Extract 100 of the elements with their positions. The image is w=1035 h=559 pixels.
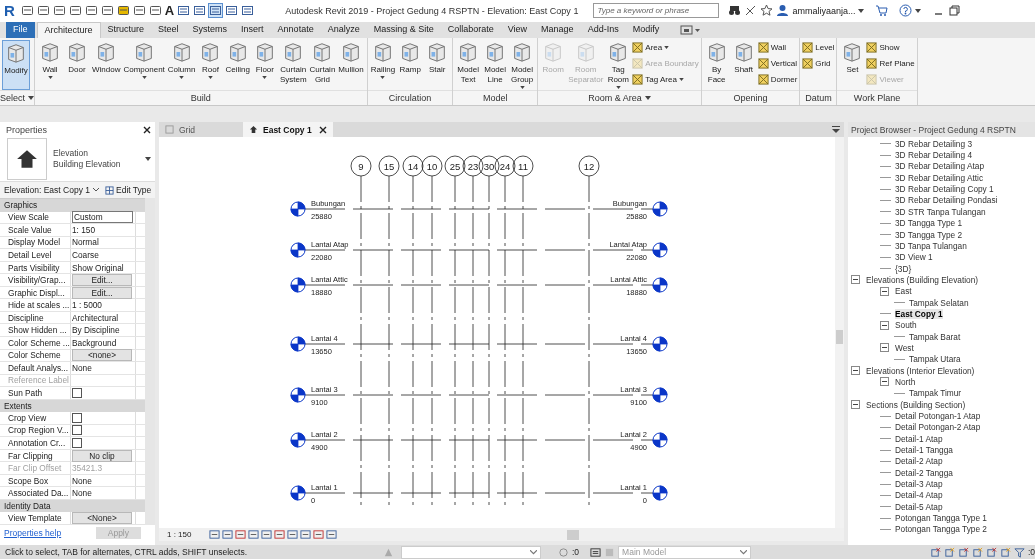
app-logo[interactable]: R <box>4 2 15 20</box>
selection-icon[interactable] <box>943 546 955 558</box>
instance-dropdown[interactable]: Elevation: East Copy 1 <box>4 185 90 196</box>
tree-item[interactable]: North <box>895 377 916 387</box>
ribbon-tab[interactable]: Insert <box>234 21 271 38</box>
ribbon-button[interactable]: Component <box>122 39 166 91</box>
caret-icon[interactable] <box>678 77 684 81</box>
caret-icon[interactable] <box>380 75 386 79</box>
ribbon-button[interactable]: Wall <box>37 39 63 91</box>
view-control-icon[interactable] <box>261 529 272 541</box>
caret-icon[interactable] <box>644 96 651 101</box>
ribbon-button[interactable]: Door <box>64 39 90 91</box>
ribbon-tab[interactable]: Structure <box>100 21 152 38</box>
grid-bubble[interactable]: 25 <box>444 155 466 177</box>
ribbon-button[interactable]: By Face <box>703 39 730 91</box>
ribbon-tab[interactable]: Add-Ins <box>580 21 626 38</box>
ribbon-tab[interactable]: Massing & Site <box>366 21 441 38</box>
tree-item[interactable]: Detail-3 Atap <box>895 479 943 490</box>
contextual-icon[interactable] <box>680 24 701 35</box>
chevron-icon[interactable] <box>93 188 99 193</box>
tree-item[interactable]: 3D Rebar Detailing Attic <box>895 172 984 183</box>
ribbon-tab[interactable]: Steel <box>151 21 186 38</box>
level-marker[interactable] <box>652 432 668 448</box>
tree-item[interactable]: Detail-5 Atap <box>895 501 943 512</box>
checkbox[interactable] <box>72 425 82 436</box>
tree-item[interactable]: 3D Tangga Type 2 <box>895 229 963 240</box>
property-button[interactable]: <None> <box>72 512 132 525</box>
grid-bubble[interactable]: 23 <box>462 155 484 177</box>
ribbon-tab[interactable]: Collaborate <box>440 21 501 38</box>
edit-type-button[interactable]: Edit Type <box>105 185 152 196</box>
caret-icon[interactable] <box>145 157 151 162</box>
tab-menu-icon[interactable] <box>832 126 840 134</box>
ribbon-button[interactable]: Curtain Grid <box>308 39 337 91</box>
tree-item[interactable]: Potongan Tangga Type 2 <box>895 524 987 535</box>
view-control-icon[interactable] <box>235 529 246 541</box>
caret-icon[interactable] <box>207 75 213 79</box>
checkbox[interactable] <box>72 437 82 448</box>
panel-title[interactable]: Room & Area <box>588 93 642 104</box>
user-icon[interactable] <box>776 4 790 18</box>
ribbon-button[interactable]: Ref Plane <box>866 56 915 70</box>
collapse-icon[interactable] <box>880 343 889 353</box>
grid-bubble[interactable]: 11 <box>512 155 534 177</box>
view-control-icon[interactable] <box>326 529 337 541</box>
level-marker[interactable] <box>290 242 306 258</box>
selection-icon[interactable] <box>999 546 1011 558</box>
help-icon[interactable] <box>899 4 913 18</box>
tree-item[interactable]: 3D Rebar Detailing Copy 1 <box>895 184 994 195</box>
ribbon-tab[interactable]: Modify <box>625 21 667 38</box>
ribbon-button[interactable]: Vertical <box>757 56 798 70</box>
checkbox[interactable] <box>72 412 82 423</box>
level-marker[interactable] <box>652 485 668 501</box>
tree-item[interactable]: Tampak Utara <box>909 354 961 365</box>
ribbon-button[interactable]: Ramp <box>397 39 424 91</box>
ribbon-button[interactable]: Tag Area <box>632 72 699 86</box>
tree-item[interactable]: Elevations (Interior Elevation) <box>866 365 975 376</box>
checkbox[interactable] <box>72 387 82 398</box>
level-marker[interactable] <box>290 336 306 352</box>
binoculars-icon[interactable] <box>728 4 742 18</box>
panel-title[interactable]: Work Plane <box>853 93 901 104</box>
level-marker[interactable] <box>652 242 668 258</box>
ribbon-button[interactable]: Level <box>802 40 835 54</box>
tree-item[interactable]: Tampak Timur <box>909 388 962 399</box>
ribbon-tab[interactable]: Manage <box>534 21 581 38</box>
view-control-icon[interactable] <box>287 529 298 541</box>
document-tab[interactable]: Grid <box>159 122 243 138</box>
ribbon-button[interactable]: Modify <box>2 39 30 91</box>
tree-item[interactable]: Detail Potongan-2 Atap <box>895 422 981 433</box>
level-marker[interactable] <box>652 387 668 403</box>
panel-title[interactable]: Select <box>0 93 25 104</box>
level-marker[interactable] <box>652 201 668 217</box>
ribbon-button[interactable]: Show <box>866 40 915 54</box>
cart-icon[interactable] <box>875 4 889 18</box>
tree-item[interactable]: Detail-1 Atap <box>895 433 943 444</box>
ribbon-button[interactable]: Roof <box>197 39 224 91</box>
tree-item[interactable]: South <box>895 320 917 331</box>
level-marker[interactable] <box>290 201 306 217</box>
level-marker[interactable] <box>290 485 306 501</box>
view-control-icon[interactable] <box>313 529 324 541</box>
scrollbar[interactable] <box>145 198 155 526</box>
ribbon-tab[interactable]: Systems <box>185 21 235 38</box>
ribbon-tab[interactable]: Analyze <box>320 21 367 38</box>
tree-item[interactable]: Potongan Tangga Type 1 <box>895 513 987 524</box>
tree-item[interactable]: 3D Rebar Detailing Atap <box>895 161 984 172</box>
tree-item[interactable]: Detail-4 Atap <box>895 490 943 501</box>
view-control-icon[interactable] <box>248 529 259 541</box>
ribbon-button[interactable]: Dormer <box>757 72 798 86</box>
ribbon-button[interactable]: Stair <box>424 39 451 91</box>
document-tab[interactable]: East Copy 1 <box>243 122 333 138</box>
level-marker[interactable] <box>290 432 306 448</box>
tree-item[interactable]: Tampak Selatan <box>909 297 969 308</box>
caret-icon[interactable] <box>915 8 922 13</box>
caret-icon[interactable] <box>141 75 147 79</box>
ribbon-button[interactable]: Tag Room <box>605 39 632 91</box>
caret-icon[interactable] <box>47 75 53 79</box>
collapse-icon[interactable] <box>880 320 889 330</box>
help-link[interactable]: Properties help <box>4 528 62 539</box>
view-control-icon[interactable] <box>274 529 285 541</box>
grid-bubble[interactable]: 12 <box>578 155 600 177</box>
tree-item[interactable]: 3D Tangga Type 1 <box>895 218 963 229</box>
caret-icon[interactable] <box>858 8 865 13</box>
